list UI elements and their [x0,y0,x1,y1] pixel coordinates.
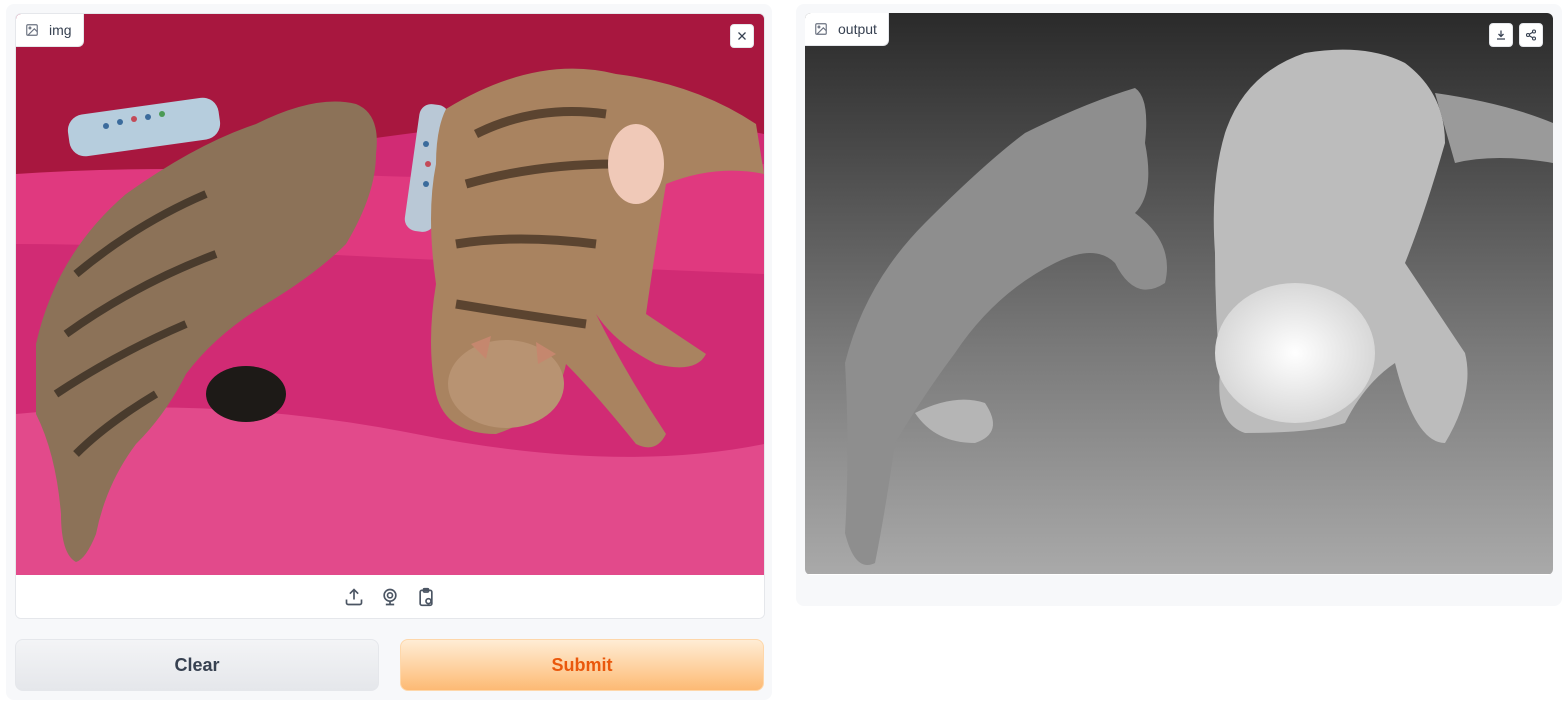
input-image-cats [16,14,764,575]
image-source-toolbar [16,575,764,618]
output-depth-map [805,13,1553,574]
webcam-button[interactable] [379,586,401,608]
image-output: output [805,13,1553,575]
output-panel: output [796,4,1562,606]
output-label: output [838,21,877,37]
clipboard-button[interactable] [415,586,437,608]
image-icon [815,23,827,35]
image-input[interactable]: img [15,13,765,619]
download-icon [1497,30,1505,40]
upload-icon [345,587,363,605]
clear-button[interactable]: Clear [15,639,379,691]
download-button[interactable] [1489,23,1513,47]
input-label: img [49,22,72,38]
share-icon [1525,29,1537,41]
webcam-icon [383,588,397,605]
submit-button[interactable]: Submit [400,639,764,691]
clipboard-icon [419,587,433,606]
share-button[interactable] [1519,23,1543,47]
input-panel: img Clear Submit [6,4,772,700]
input-label-tag: img [16,14,84,47]
clear-image-button[interactable] [730,24,754,48]
output-label-tag: output [805,13,889,46]
upload-button[interactable] [343,586,365,608]
image-icon [26,24,38,36]
close-icon [738,32,746,40]
